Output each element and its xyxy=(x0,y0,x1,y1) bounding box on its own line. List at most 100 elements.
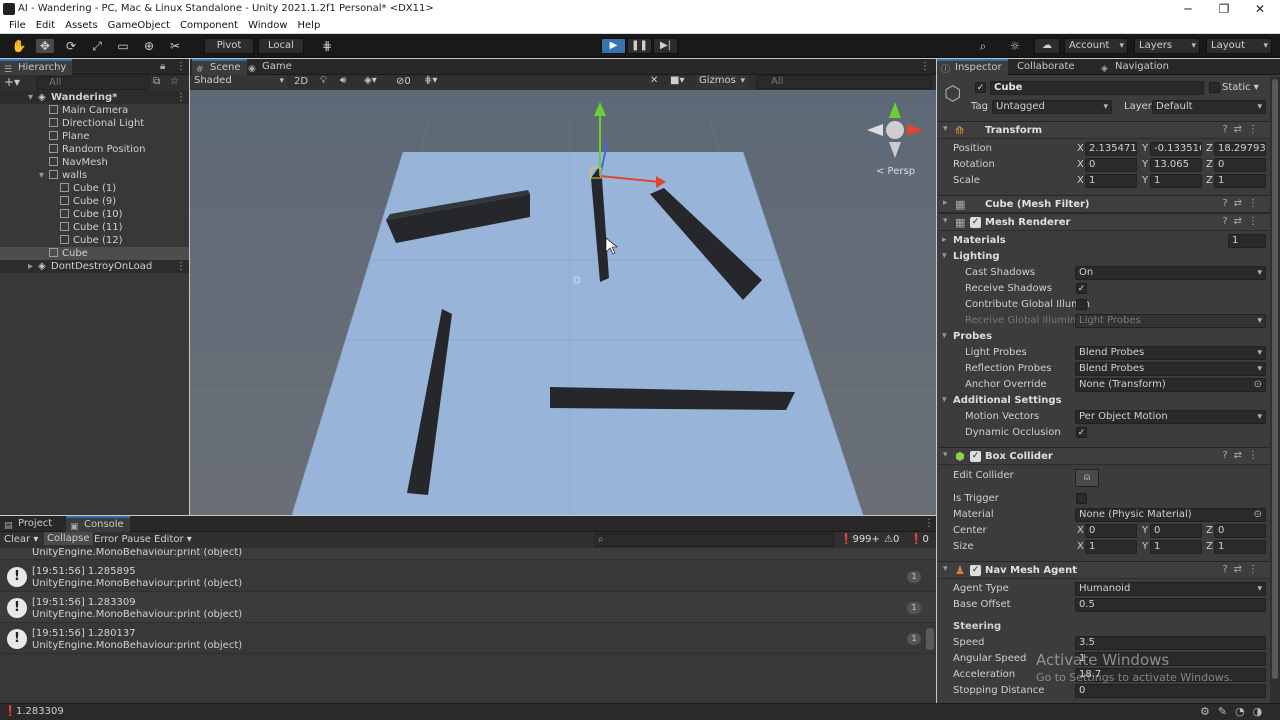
search-icon[interactable]: ⌕ xyxy=(974,39,992,53)
minimize-button[interactable]: ─ xyxy=(1170,0,1206,18)
menu-edit[interactable]: Edit xyxy=(31,18,60,33)
error-count-toggle[interactable]: ❗0 xyxy=(910,534,929,545)
additional-settings-section[interactable]: Additional Settings xyxy=(942,395,1062,406)
mesh-renderer-header[interactable]: ▾ ▦ ✓ Mesh Renderer ?⇄⋮ xyxy=(938,213,1270,231)
local-toggle[interactable]: Local xyxy=(258,38,304,54)
materials-section[interactable]: Materials xyxy=(942,235,1006,246)
collider-material-field[interactable]: None (Physic Material) ⊙ xyxy=(1075,508,1266,522)
play-button[interactable]: ▶ xyxy=(601,38,626,54)
component-tools-icon[interactable]: ?⇄⋮ xyxy=(1222,216,1264,227)
tab-console[interactable]: ▣ Console xyxy=(66,516,130,532)
services-icon[interactable]: ☼ xyxy=(1006,39,1024,53)
console-scrollbar[interactable] xyxy=(926,628,934,650)
hierarchy-item-cube-12[interactable]: Cube (12) xyxy=(0,234,189,247)
hierarchy-item-main-camera[interactable]: Main Camera xyxy=(0,104,189,117)
component-tools-icon[interactable]: ?⇄⋮ xyxy=(1222,124,1264,135)
status-icons[interactable]: ⚙✎◔◑ xyxy=(1200,705,1270,718)
hierarchy-item-directional-light[interactable]: Directional Light xyxy=(0,117,189,130)
mesh-filter-header[interactable]: ▸ ▦ Cube (Mesh Filter) ?⇄⋮ xyxy=(938,195,1270,213)
hierarchy-item-walls[interactable]: ▾ walls xyxy=(0,169,189,182)
tab-scene[interactable]: # Scene xyxy=(192,59,247,75)
hierarchy-item-cube-1[interactable]: Cube (1) xyxy=(0,182,189,195)
scene-search-input[interactable]: All xyxy=(756,75,932,89)
pause-button[interactable]: ❚❚ xyxy=(627,38,652,54)
rect-tool-icon[interactable]: ▭ xyxy=(114,39,132,53)
effects-toggle-icon[interactable]: ◈▾ xyxy=(364,75,377,86)
step-button[interactable]: ▶| xyxy=(653,38,678,54)
center-z-input[interactable]: 0 xyxy=(1214,524,1266,538)
stopping-distance-input[interactable]: 0 xyxy=(1075,684,1266,698)
box-collider-header[interactable]: ▾ ⬢ ✓ Box Collider ?⇄⋮ xyxy=(938,447,1270,465)
log-entry[interactable]: ! [19:51:56] 1.283309 UnityEngine.MonoBe… xyxy=(0,592,936,623)
object-picker-icon[interactable]: ⊙ xyxy=(1254,509,1262,521)
hierarchy-item-cube-9[interactable]: Cube (9) xyxy=(0,195,189,208)
console-more-icon[interactable]: ⋮ xyxy=(924,518,934,529)
mesh-renderer-enabled-checkbox[interactable]: ✓ xyxy=(970,217,981,228)
menu-help[interactable]: Help xyxy=(293,18,326,33)
reflection-probes-dropdown[interactable]: Blend Probes xyxy=(1075,362,1266,376)
console-search-input[interactable]: ⌕ xyxy=(594,533,834,547)
grid-snap-icon[interactable]: ⋕ xyxy=(318,39,336,53)
probes-section[interactable]: Probes xyxy=(942,331,992,342)
menu-gameobject[interactable]: GameObject xyxy=(103,18,175,33)
position-x-input[interactable]: 2.135471 xyxy=(1085,142,1137,156)
position-z-input[interactable]: 18.29793 xyxy=(1214,142,1266,156)
motion-vectors-dropdown[interactable]: Per Object Motion xyxy=(1075,410,1266,424)
gizmos-dropdown[interactable]: Gizmos xyxy=(696,75,748,89)
expand-arrow-icon[interactable]: ▸ xyxy=(28,260,33,273)
layers-dropdown[interactable]: Layers xyxy=(1134,38,1200,54)
rotation-x-input[interactable]: 0 xyxy=(1085,158,1137,172)
pivot-toggle[interactable]: Pivot xyxy=(204,38,254,54)
component-tools-icon[interactable]: ?⇄⋮ xyxy=(1222,450,1264,461)
filter-icon[interactable]: ⧉ xyxy=(153,76,160,87)
audio-toggle-icon[interactable]: 🔊︎ xyxy=(340,75,346,86)
center-x-input[interactable]: 0 xyxy=(1085,524,1137,538)
hierarchy-item-navmesh[interactable]: NavMesh xyxy=(0,156,189,169)
hierarchy-item-plane[interactable]: Plane xyxy=(0,130,189,143)
menu-component[interactable]: Component xyxy=(175,18,243,33)
tab-inspector[interactable]: ⓘ Inspector xyxy=(937,59,1008,75)
center-y-input[interactable]: 0 xyxy=(1150,524,1202,538)
maximize-button[interactable]: ❐ xyxy=(1206,0,1242,18)
tag-dropdown[interactable]: Untagged xyxy=(992,100,1112,114)
camera-icon[interactable]: ■▾ xyxy=(670,75,684,86)
tab-game[interactable]: ◉ Game xyxy=(244,59,298,75)
transform-header[interactable]: ▾ ⟰ Transform ?⇄⋮ xyxy=(938,121,1270,139)
hierarchy-item-cube-11[interactable]: Cube (11) xyxy=(0,221,189,234)
hidden-objects-counter[interactable]: ⊘0 xyxy=(396,76,411,87)
menu-window[interactable]: Window xyxy=(243,18,292,33)
add-object-button[interactable]: +▾ xyxy=(4,75,20,89)
tab-hierarchy[interactable]: ☰ Hierarchy xyxy=(0,59,73,75)
inspector-scrollbar[interactable] xyxy=(1270,77,1280,703)
rotate-tool-icon[interactable]: ⟳ xyxy=(62,39,80,53)
hierarchy-item-cube-10[interactable]: Cube (10) xyxy=(0,208,189,221)
scene-menu-icon[interactable]: ⋮ xyxy=(176,260,186,273)
active-checkbox[interactable]: ✓ xyxy=(975,82,986,93)
tab-navigation[interactable]: ◈ Navigation xyxy=(1097,59,1175,75)
contribute-gi-checkbox[interactable] xyxy=(1076,299,1087,310)
log-entry[interactable]: ! [19:51:56] 1.285895 UnityEngine.MonoBe… xyxy=(0,561,936,592)
editor-dropdown[interactable]: Editor ▾ xyxy=(154,534,192,545)
menu-assets[interactable]: Assets xyxy=(60,18,103,33)
toggle-2d-button[interactable]: 2D xyxy=(294,76,308,87)
receive-shadows-checkbox[interactable]: ✓ xyxy=(1076,283,1087,294)
status-message[interactable]: 1.283309 xyxy=(16,706,64,717)
scale-y-input[interactable]: 1 xyxy=(1150,174,1202,188)
tab-project[interactable]: ▤ Project xyxy=(0,516,58,532)
hierarchy-search-input[interactable]: All xyxy=(36,76,150,90)
scene-more-icon[interactable]: ⋮ xyxy=(920,61,930,72)
scene-viewport[interactable]: < Persp xyxy=(190,90,936,515)
lighting-section[interactable]: Lighting xyxy=(942,251,999,262)
cloud-icon[interactable]: ☁ xyxy=(1034,38,1060,54)
star-icon[interactable]: ☆ xyxy=(170,76,179,87)
nav-agent-enabled-checkbox[interactable]: ✓ xyxy=(970,565,981,576)
dynamic-occlusion-checkbox[interactable]: ✓ xyxy=(1076,427,1087,438)
error-pause-toggle[interactable]: Error Pause xyxy=(94,534,151,545)
rotation-y-input[interactable]: 13.065 xyxy=(1150,158,1202,172)
anchor-override-field[interactable]: None (Transform) ⊙ xyxy=(1075,378,1266,392)
position-y-input[interactable]: -0.133516 xyxy=(1150,142,1202,156)
collapse-toggle[interactable]: Collapse xyxy=(44,532,93,545)
component-tools-icon[interactable]: ?⇄⋮ xyxy=(1222,564,1264,575)
custom-tool-icon[interactable]: ✂ xyxy=(166,39,184,53)
lighting-toggle-icon[interactable]: 💡︎ xyxy=(320,75,327,86)
